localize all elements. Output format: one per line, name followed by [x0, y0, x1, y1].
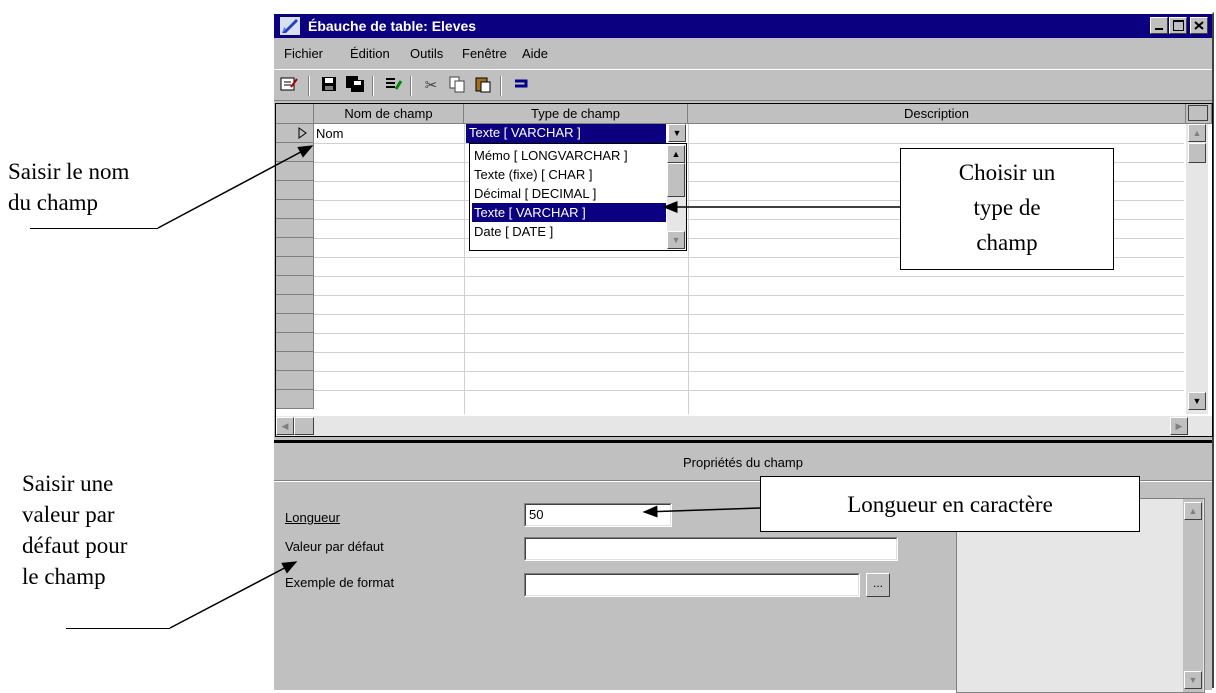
- arrow-to-default-value: [169, 561, 298, 629]
- arrow-to-name-cell: [157, 145, 314, 229]
- arrow-to-length: [642, 505, 761, 518]
- annotation-arrows: [157, 145, 900, 629]
